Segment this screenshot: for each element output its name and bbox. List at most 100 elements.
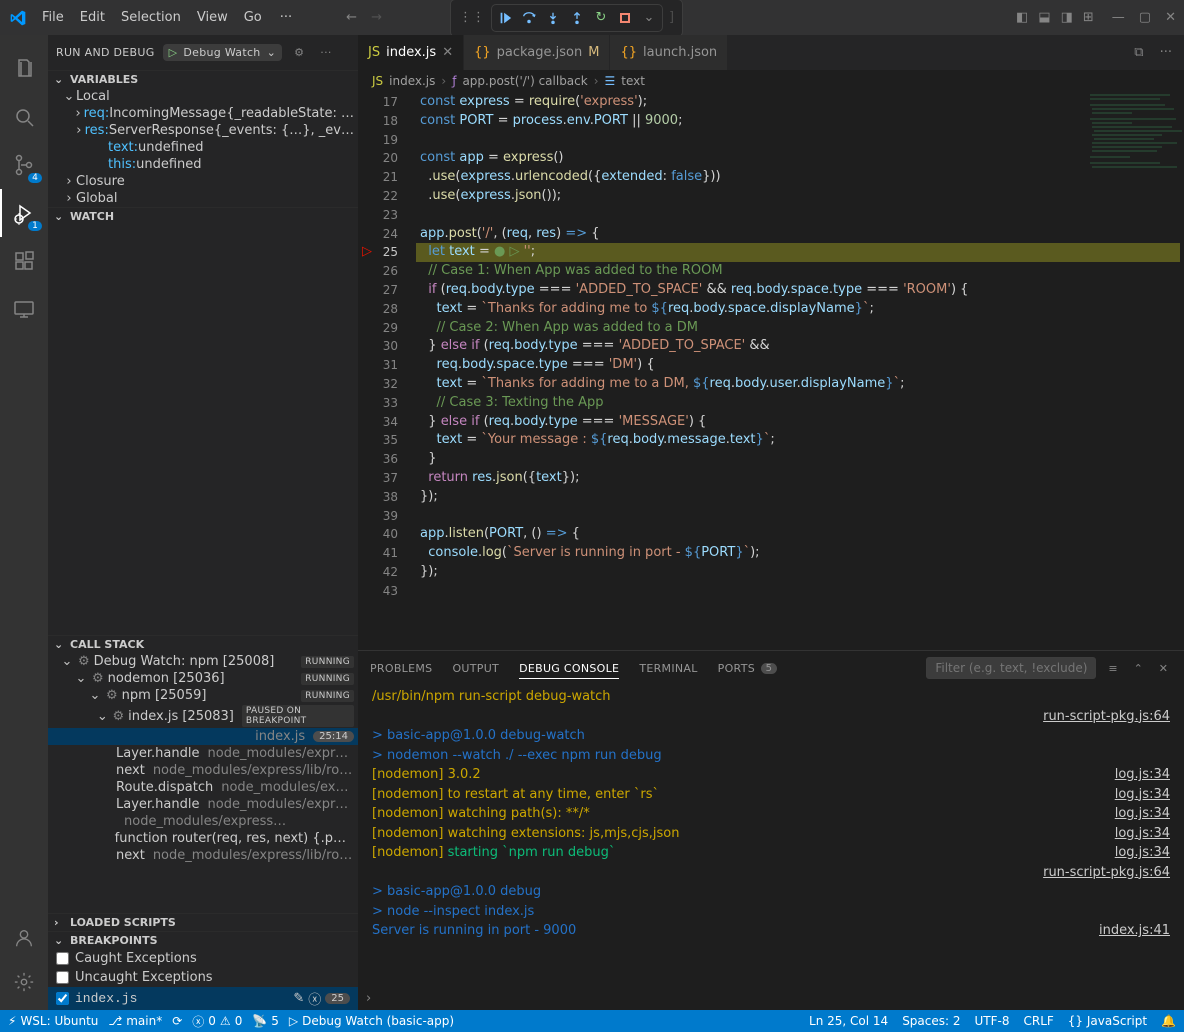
panel-tab-debug-console[interactable]: DEBUG CONSOLE <box>519 662 619 679</box>
source-link[interactable]: log.js:34 <box>1115 824 1170 844</box>
accounts-icon[interactable] <box>0 920 48 956</box>
scope-global[interactable]: ›Global <box>48 190 358 207</box>
stack-frame[interactable]: Route.dispatchnode_modules/exp… <box>48 779 358 796</box>
close-icon[interactable]: ⓧ <box>308 989 321 1008</box>
stack-thread[interactable]: ⌄⚙ nodemon [25036]RUNNING <box>48 670 358 687</box>
stack-frame[interactable]: Layer.handlenode_modules/expres… <box>48 796 358 813</box>
variable-row[interactable]: ›res: ServerResponse {_events: {…}, _ev… <box>48 122 358 139</box>
status-remote[interactable]: ⚡WSL: Ubuntu <box>8 1014 98 1028</box>
menu-file[interactable]: File <box>34 6 72 29</box>
section-callstack[interactable]: ⌄CALL STACK <box>48 636 358 653</box>
stack-thread[interactable]: ⌄⚙ Debug Watch: npm [25008]RUNNING <box>48 653 358 670</box>
crumb-func[interactable]: app.post('/') callback <box>462 74 587 88</box>
menu-overflow-icon[interactable]: ··· <box>272 6 300 29</box>
variable-row[interactable]: text: undefined <box>48 139 358 156</box>
stack-thread[interactable]: ⌄⚙ npm [25059]RUNNING <box>48 687 358 704</box>
step-out-button[interactable] <box>566 7 588 29</box>
expand-icon[interactable]: ⌃ <box>1130 658 1147 679</box>
restart-button[interactable]: ↻ <box>590 7 612 29</box>
settings-icon[interactable] <box>0 964 48 1000</box>
source-link[interactable]: log.js:34 <box>1115 785 1170 805</box>
stack-frame[interactable]: index.js25:14 <box>48 728 358 745</box>
step-over-button[interactable] <box>518 7 540 29</box>
crumb-text[interactable]: text <box>621 74 645 88</box>
menu-go[interactable]: Go <box>236 6 270 29</box>
breadcrumb[interactable]: JS index.js › ƒ app.post('/') callback ›… <box>358 70 1184 92</box>
nav-forward-icon[interactable]: → <box>367 6 386 29</box>
source-link[interactable]: run-script-pkg.js:64 <box>1043 863 1170 883</box>
layout-sidebar-icon[interactable]: ◧ <box>1012 6 1032 29</box>
bp-uncaught[interactable]: Uncaught Exceptions <box>48 968 358 987</box>
source-link[interactable]: index.js:41 <box>1099 921 1170 941</box>
repl-chevron-icon[interactable]: › <box>366 991 371 1006</box>
variable-row[interactable]: ›req: IncomingMessage {_readableState: … <box>48 105 358 122</box>
panel-tab-problems[interactable]: PROBLEMS <box>370 662 432 675</box>
bell-icon[interactable]: 🔔 <box>1161 1014 1176 1028</box>
edit-icon[interactable]: ✎ <box>293 991 304 1006</box>
source-link[interactable]: log.js:34 <box>1115 765 1170 785</box>
status-ports[interactable]: 📡5 <box>252 1014 279 1028</box>
checkbox[interactable] <box>56 992 69 1005</box>
source-link[interactable]: run-script-pkg.js:64 <box>1043 707 1170 727</box>
close-panel-icon[interactable]: ✕ <box>1155 658 1172 679</box>
editor-tab[interactable]: {}launch.json <box>610 35 728 70</box>
stack-frame[interactable]: Layer.handlenode_modules/expres… <box>48 745 358 762</box>
editor-tab[interactable]: JSindex.js✕ <box>358 35 464 70</box>
minimize-button[interactable]: — <box>1108 6 1129 29</box>
layout-right-icon[interactable]: ◨ <box>1057 6 1077 29</box>
stack-frame[interactable]: nextnode_modules/express/lib/rout… <box>48 847 358 864</box>
section-variables[interactable]: ⌄VARIABLES <box>48 71 358 88</box>
scope-closure[interactable]: ›Closure <box>48 173 358 190</box>
nav-back-icon[interactable]: ← <box>342 6 361 29</box>
layout-panel-icon[interactable]: ⬓ <box>1034 6 1054 29</box>
clear-icon[interactable]: ≡ <box>1104 658 1121 679</box>
close-window-button[interactable]: ✕ <box>1161 6 1180 29</box>
status-errors[interactable]: ⓧ0⚠0 <box>192 1013 242 1030</box>
status-spaces[interactable]: Spaces: 2 <box>902 1014 960 1028</box>
maximize-button[interactable]: ▢ <box>1135 6 1155 29</box>
status-sync[interactable]: ⟳ <box>172 1014 182 1028</box>
checkbox[interactable] <box>56 971 69 984</box>
compare-icon[interactable]: ⧉ <box>1130 41 1147 64</box>
status-cursor[interactable]: Ln 25, Col 14 <box>809 1014 888 1028</box>
debug-config-selector[interactable]: ▷ Debug Watch ⌄ <box>163 44 283 61</box>
stack-frame[interactable]: nextnode_modules/express/lib/rout… <box>48 762 358 779</box>
menu-view[interactable]: View <box>189 6 236 29</box>
stack-frame[interactable]: node_modules/express… <box>48 813 358 830</box>
menu-edit[interactable]: Edit <box>72 6 113 29</box>
stack-thread[interactable]: ⌄⚙ index.js [25083]PAUSED ON BREAKPOINT <box>48 704 358 728</box>
panel-tab-output[interactable]: OUTPUT <box>452 662 499 675</box>
status-branch[interactable]: ⎇main* <box>108 1014 162 1028</box>
overflow-icon[interactable]: ··· <box>316 42 335 63</box>
continue-button[interactable] <box>494 7 516 29</box>
section-breakpoints[interactable]: ⌄BREAKPOINTS <box>48 932 358 949</box>
editor-tab[interactable]: {}package.jsonM <box>464 35 610 70</box>
filter-input[interactable] <box>926 657 1096 679</box>
status-eol[interactable]: CRLF <box>1023 1014 1053 1028</box>
stack-frame[interactable]: function router(req, res, next) {.p… <box>48 830 358 847</box>
stop-button[interactable] <box>614 7 636 29</box>
explorer-icon[interactable] <box>0 45 48 93</box>
status-language[interactable]: {} JavaScript <box>1068 1014 1147 1028</box>
debug-dropdown-icon[interactable]: ⌄ <box>638 7 660 29</box>
gear-icon[interactable]: ⚙ <box>290 42 308 63</box>
source-link[interactable]: log.js:34 <box>1115 843 1170 863</box>
bp-file[interactable]: index.js ✎ ⓧ 25 <box>48 987 358 1010</box>
editor-body[interactable]: 1718192021222324▷25262728293031323334353… <box>358 92 1184 650</box>
tab-overflow-icon[interactable]: ··· <box>1156 41 1176 64</box>
close-icon[interactable]: ✕ <box>442 45 453 60</box>
layout-custom-icon[interactable]: ⊞ <box>1079 6 1098 29</box>
crumb-file[interactable]: index.js <box>389 74 435 88</box>
source-link[interactable]: log.js:34 <box>1115 804 1170 824</box>
scope-local[interactable]: ⌄Local <box>48 88 358 105</box>
section-watch[interactable]: ⌄WATCH <box>48 208 358 225</box>
scm-icon[interactable]: 4 <box>0 141 48 189</box>
bp-caught[interactable]: Caught Exceptions <box>48 949 358 968</box>
step-into-button[interactable] <box>542 7 564 29</box>
debug-icon[interactable]: 1 <box>0 189 48 237</box>
status-debug[interactable]: ▷Debug Watch (basic-app) <box>289 1014 454 1028</box>
section-loaded-scripts[interactable]: ›LOADED SCRIPTS <box>48 914 358 931</box>
drag-handle-icon[interactable]: ⋮⋮ <box>459 10 485 25</box>
status-encoding[interactable]: UTF-8 <box>975 1014 1010 1028</box>
checkbox[interactable] <box>56 952 69 965</box>
